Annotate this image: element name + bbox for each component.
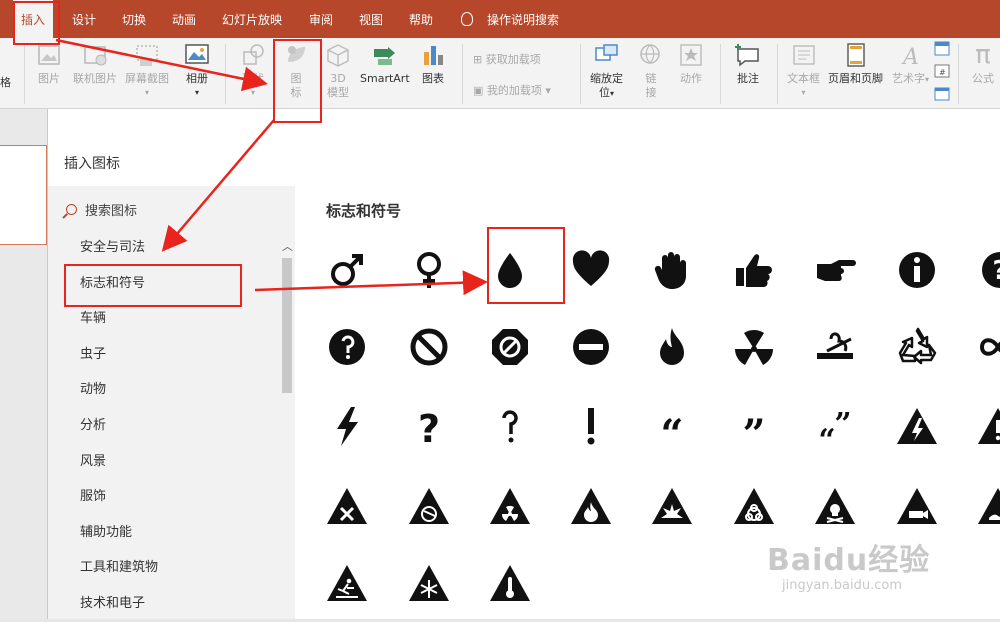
annotation-arrows <box>55 38 488 296</box>
watermark-url: jingyan.baidu.com <box>782 578 902 593</box>
watermark: Baidu经验 <box>767 543 931 578</box>
